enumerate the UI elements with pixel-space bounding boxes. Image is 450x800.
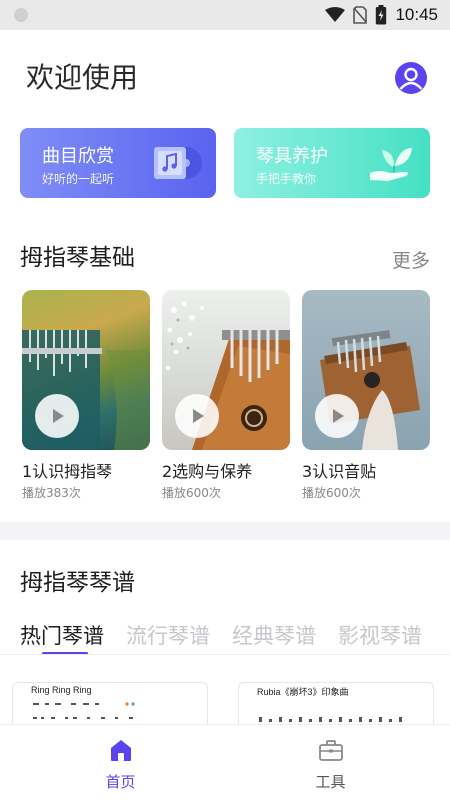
bottom-navigation: 首页 工具 bbox=[0, 724, 450, 800]
banner-subtitle: 好听的一起听 bbox=[42, 172, 115, 186]
basics-section-title: 拇指琴基础 bbox=[20, 245, 135, 271]
tab-pop-scores[interactable]: 流行琴谱 bbox=[126, 620, 210, 650]
video-play-count: 播放383次 bbox=[22, 486, 81, 500]
banner-instrument-care[interactable]: 琴具养护 手把手教你 bbox=[234, 128, 430, 198]
play-icon[interactable] bbox=[315, 394, 359, 438]
banner-subtitle: 手把手教你 bbox=[256, 172, 317, 186]
score-category-tabs: 热门琴谱 流行琴谱 经典琴谱 影视琴谱 bbox=[20, 620, 422, 650]
section-divider bbox=[0, 522, 450, 540]
video-thumbnail[interactable] bbox=[302, 290, 430, 450]
clock-time: 10:45 bbox=[395, 5, 438, 24]
video-card[interactable]: 3认识音贴 播放600次 bbox=[302, 290, 430, 501]
video-play-count: 播放600次 bbox=[302, 486, 361, 500]
nav-tools[interactable]: 工具 bbox=[218, 725, 443, 800]
home-icon bbox=[111, 740, 131, 761]
music-disc-icon bbox=[154, 147, 202, 179]
tab-hot-scores[interactable]: 热门琴谱 bbox=[20, 620, 104, 650]
video-thumbnail[interactable] bbox=[162, 290, 290, 450]
hand-leaf-icon bbox=[370, 148, 412, 181]
score-title: Rubia《崩坏3》印象曲 bbox=[257, 687, 349, 697]
tab-film-scores[interactable]: 影视琴谱 bbox=[338, 620, 422, 650]
video-thumbnail[interactable] bbox=[22, 290, 150, 450]
banner-title: 琴具养护 bbox=[256, 146, 328, 167]
video-card[interactable]: 2选购与保养 播放600次 bbox=[162, 290, 290, 501]
banner-title: 曲目欣赏 bbox=[42, 146, 114, 167]
video-title: 3认识音贴 bbox=[302, 462, 377, 481]
video-title: 1认识拇指琴 bbox=[22, 462, 113, 481]
video-card[interactable]: 1认识拇指琴 播放383次 bbox=[22, 290, 150, 501]
nav-tools-label: 工具 bbox=[315, 773, 346, 791]
play-icon[interactable] bbox=[35, 394, 79, 438]
play-icon[interactable] bbox=[175, 394, 219, 438]
banner-song-appreciation[interactable]: 曲目欣赏 好听的一起听 bbox=[20, 128, 216, 198]
status-bar: 10:45 bbox=[0, 0, 450, 30]
wifi-icon bbox=[325, 7, 346, 22]
more-link[interactable]: 更多 bbox=[392, 246, 430, 273]
battery-icon bbox=[376, 5, 387, 25]
score-title: Ring Ring Ring bbox=[31, 685, 92, 695]
tab-classic-scores[interactable]: 经典琴谱 bbox=[232, 620, 316, 650]
nav-home[interactable]: 首页 bbox=[8, 725, 233, 800]
video-title: 2选购与保养 bbox=[162, 462, 253, 481]
video-play-count: 播放600次 bbox=[162, 486, 221, 500]
scores-section-title: 拇指琴琴谱 bbox=[20, 570, 135, 596]
page-title: 欢迎使用 bbox=[26, 61, 139, 94]
status-icons: 10:45 bbox=[325, 0, 438, 30]
notification-dot-icon bbox=[14, 8, 28, 22]
no-sim-icon bbox=[353, 6, 368, 24]
app-header: 欢迎使用 bbox=[0, 30, 450, 125]
user-avatar-icon[interactable] bbox=[395, 62, 427, 94]
tabs-divider bbox=[0, 654, 450, 655]
nav-home-label: 首页 bbox=[105, 773, 136, 791]
toolbox-icon bbox=[319, 740, 343, 761]
